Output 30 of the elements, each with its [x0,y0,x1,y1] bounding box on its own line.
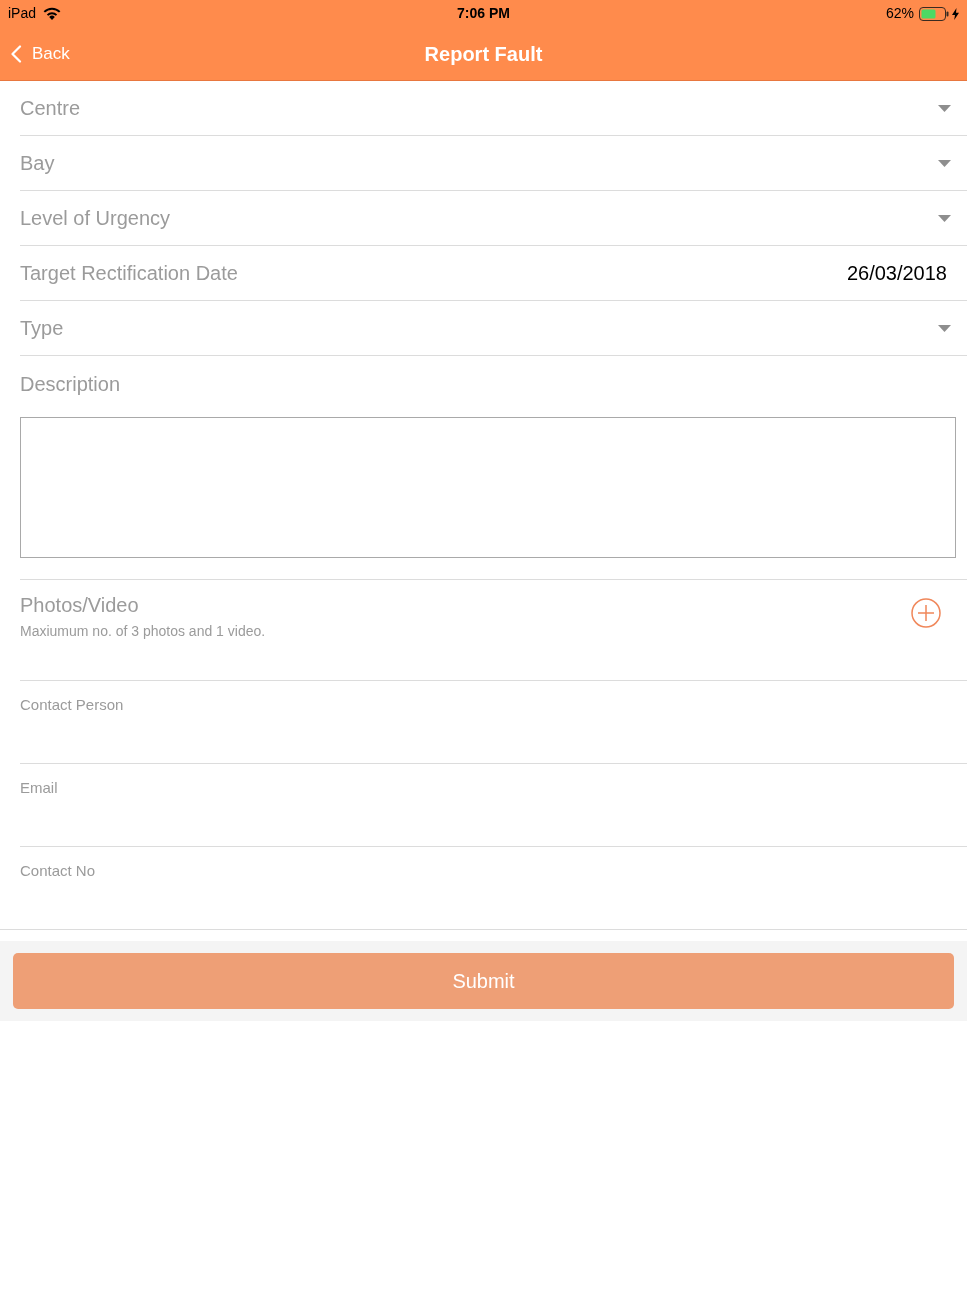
field-label: Photos/Video [20,593,140,617]
device-name: iPad [8,4,37,23]
text-field[interactable]: Contact Person [20,681,967,764]
dropdown-field[interactable]: Level of Urgency [20,191,967,246]
chevron-left-icon [10,44,22,63]
floating-label: Contact Person [20,695,125,715]
floating-label: Contact No [20,861,97,881]
dropdown-field[interactable]: Centre [20,81,967,136]
status-time: 7:06 PM [457,4,510,23]
caret-down-icon [938,104,951,112]
back-button[interactable]: Back [10,40,70,67]
text-field[interactable]: Email [20,764,967,847]
add-media-button[interactable] [911,598,941,628]
plus-circle-icon [911,598,941,628]
battery-icon [919,6,949,21]
field-label: Description [20,372,122,396]
wifi-icon [43,7,62,20]
dropdown-field[interactable]: Bay [20,136,967,191]
dropdown-field[interactable]: Type [20,301,967,356]
page-title: Report Fault [424,41,543,67]
field-label: Target Rectification Date [20,261,238,286]
battery-percentage: 62% [885,4,914,23]
caret-down-icon [938,324,951,332]
caret-down-icon [938,214,951,222]
floating-label: Email [20,778,59,798]
date-value[interactable]: 26/03/2018 [846,258,947,288]
text-field[interactable]: Contact No [0,847,967,930]
field-hint: Maxiumum no. of 3 photos and 1 video. [20,622,266,641]
charging-bolt-icon [952,7,959,20]
caret-down-icon [938,159,951,167]
